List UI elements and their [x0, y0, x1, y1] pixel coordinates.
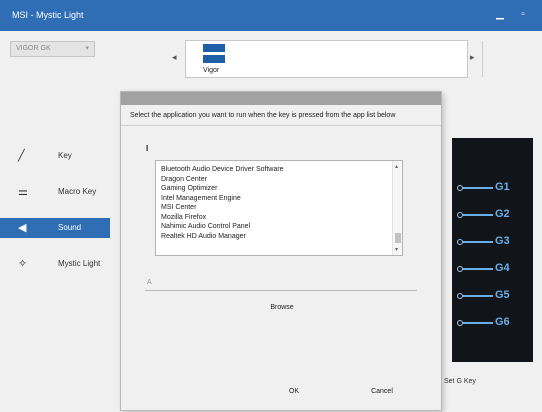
dialog-title-bar[interactable]	[121, 92, 441, 105]
g-key-connector[interactable]: G6	[457, 316, 512, 329]
light-icon: ✧	[18, 258, 28, 270]
sidebar-item-macro-key[interactable]: ⚌ Macro Key	[0, 182, 110, 202]
g-key-label: G6	[495, 316, 510, 328]
g-key-connector[interactable]: G4	[457, 262, 512, 275]
browse-button[interactable]: Browse	[262, 300, 302, 316]
ok-button[interactable]: OK	[269, 384, 319, 400]
scroll-up-icon[interactable]: ▴	[395, 163, 398, 170]
keyboard-icon[interactable]	[203, 44, 225, 64]
list-item[interactable]: Dragon Center	[161, 175, 284, 185]
scroll-down-icon[interactable]: ▾	[395, 246, 398, 253]
search-label: I	[146, 144, 149, 153]
path-input-placeholder: A	[147, 279, 152, 286]
g-key-connector[interactable]: G2	[457, 208, 512, 221]
list-item[interactable]: Nahimic Audio Control Panel	[161, 222, 284, 232]
path-input[interactable]: A	[145, 277, 417, 291]
speaker-icon: ◀	[18, 222, 27, 234]
list-item[interactable]: MSI Center	[161, 203, 284, 213]
g-key-label: G3	[495, 235, 510, 247]
sidebar-item-label: Sound	[58, 223, 82, 232]
sidebar-item-mystic-light[interactable]: ✧ Mystic Light	[0, 254, 110, 274]
g-key-label: G2	[495, 208, 510, 220]
sidebar-item-label: Key	[58, 151, 72, 160]
g-key-label: G5	[495, 289, 510, 301]
g-key-label: G1	[495, 181, 510, 193]
chevron-down-icon: ▾	[85, 45, 89, 52]
g-key-connector[interactable]: G1	[457, 181, 512, 194]
app-listbox[interactable]: Bluetooth Audio Device Driver Software D…	[155, 160, 403, 256]
strip-divider	[482, 41, 483, 77]
sidebar-item-label: Macro Key	[58, 187, 97, 196]
sidebar-item-sound[interactable]: ◀ Sound	[0, 218, 110, 238]
device-dropdown-value: VIGOR GK	[16, 45, 51, 52]
window-title: MSI - Mystic Light	[12, 10, 84, 20]
list-item[interactable]: Gaming Optimizer	[161, 184, 284, 194]
listbox-scrollbar[interactable]: ▴ ▾	[392, 161, 402, 255]
pencil-icon: ╱	[18, 150, 25, 162]
macro-icon: ⚌	[18, 186, 28, 198]
list-item[interactable]: Realtek HD Audio Manager	[161, 232, 284, 242]
app-picker-dialog: Select the application you want to run w…	[121, 92, 441, 410]
g-key-label: G4	[495, 262, 510, 274]
list-item[interactable]: Bluetooth Audio Device Driver Software	[161, 165, 284, 175]
sidebar-item-label: Mystic Light	[58, 259, 101, 268]
device-thumbnail-label: Vigor	[203, 67, 220, 74]
list-item[interactable]: Mozilla Firefox	[161, 213, 284, 223]
device-thumbnail-strip: Vigor	[185, 40, 468, 78]
minimize-icon[interactable]: ▁	[490, 6, 510, 24]
sidebar-item-key[interactable]: ╱ Key	[0, 146, 110, 166]
g-key-caption: Set G Key	[444, 378, 476, 385]
g-key-connector[interactable]: G3	[457, 235, 512, 248]
scrollbar-thumb[interactable]	[395, 233, 401, 243]
scroll-left-icon[interactable]: ◂	[172, 52, 177, 63]
cancel-button[interactable]: Cancel	[357, 384, 407, 400]
device-dropdown[interactable]: VIGOR GK ▾	[10, 41, 95, 57]
title-bar: MSI - Mystic Light ▁ ▫	[0, 0, 542, 31]
dialog-instruction: Select the application you want to run w…	[130, 112, 396, 119]
dialog-divider	[121, 125, 441, 126]
g-key-connector[interactable]: G5	[457, 289, 512, 302]
g-key-panel: G1 G2 G3 G4 G5 G6	[452, 138, 533, 362]
list-item[interactable]: Intel Management Engine	[161, 194, 284, 204]
maximize-icon[interactable]: ▫	[513, 6, 533, 24]
scroll-right-icon[interactable]: ▸	[470, 52, 475, 63]
